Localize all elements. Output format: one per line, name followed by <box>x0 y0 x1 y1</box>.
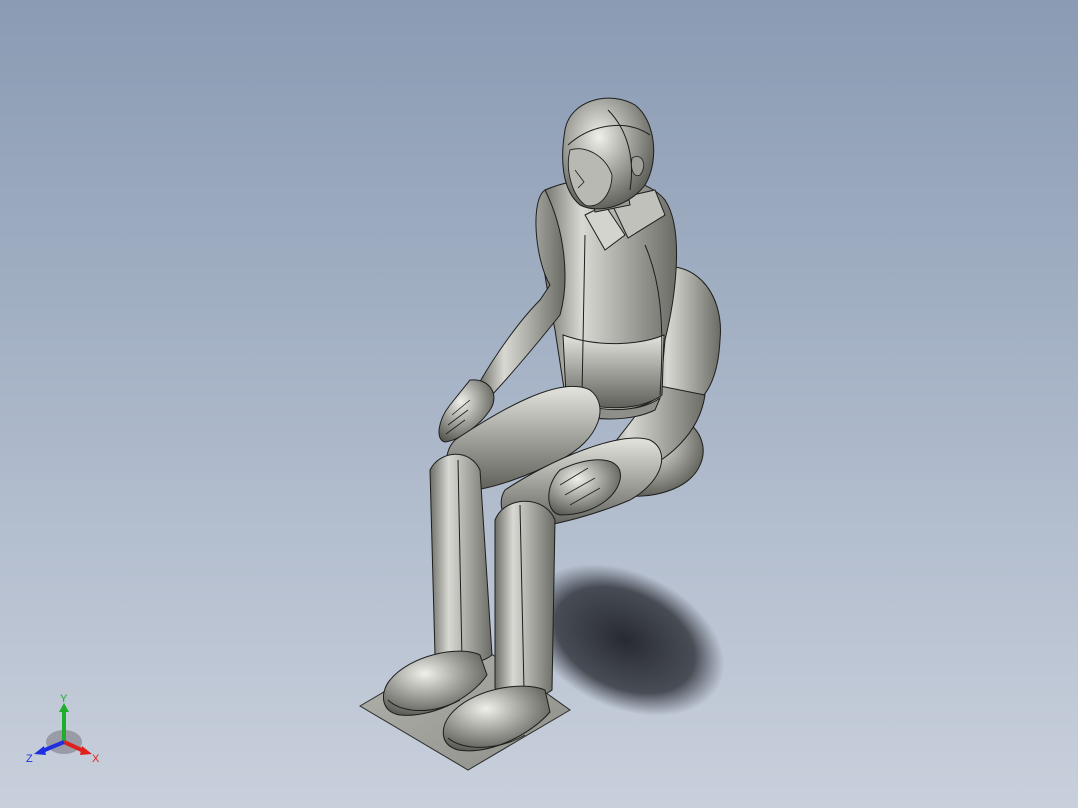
triad-x-arrow-icon <box>80 746 92 755</box>
model-right-shin <box>494 500 556 698</box>
model-left-upper-arm <box>477 189 566 396</box>
model-view[interactable] <box>0 0 1078 808</box>
triad-z-arrow-icon <box>34 746 46 755</box>
view-orientation-triad[interactable]: Y X Z <box>24 692 108 768</box>
triad-x-label: X <box>92 753 100 765</box>
triad-z-label: Z <box>26 753 33 765</box>
triad-y-label: Y <box>60 693 68 705</box>
model-ear <box>631 156 645 177</box>
graphics-viewport[interactable]: Y X Z <box>0 0 1078 808</box>
